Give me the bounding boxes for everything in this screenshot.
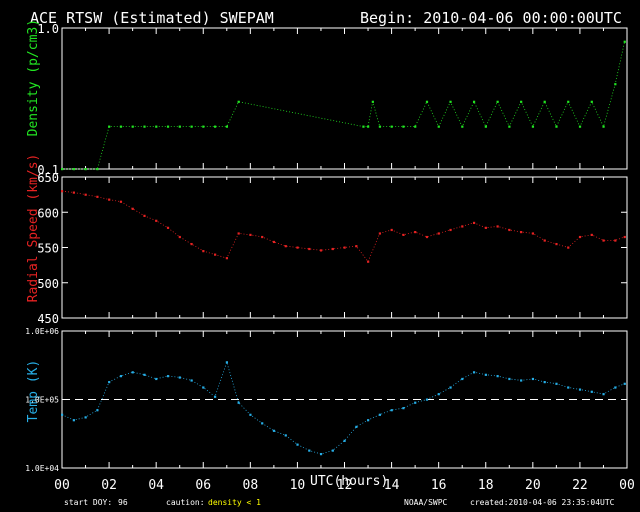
x-tick-label: 22 <box>572 478 588 493</box>
data-point <box>296 246 299 249</box>
x-tick-label: 00 <box>54 478 70 493</box>
data-point <box>131 371 134 374</box>
y-tick-label: 1.0E+06 <box>25 327 59 336</box>
x-tick-label: 20 <box>525 478 541 493</box>
y-tick-label: 1.0E+04 <box>25 464 59 473</box>
x-tick-label: 04 <box>148 478 164 493</box>
data-point <box>623 235 626 239</box>
source-label: NOAA/SWPC <box>404 498 448 507</box>
data-point <box>623 40 626 43</box>
x-tick-label: 00 <box>619 478 635 493</box>
caution-label: caution: <box>166 498 205 507</box>
data-point <box>237 232 240 235</box>
x-axis-label: UTC(hours) <box>310 474 389 489</box>
data-point <box>623 382 626 385</box>
y-tick-label: 550 <box>37 242 59 256</box>
y-tick-label: 500 <box>37 277 59 291</box>
x-tick-label: 16 <box>431 478 447 493</box>
x-tick-label: 02 <box>101 478 117 493</box>
y-tick-label: 1.0 <box>37 22 59 36</box>
panel-frame-0 <box>61 27 628 170</box>
start-doy-label: start DOY: <box>64 498 113 507</box>
data-point <box>319 249 323 252</box>
start-doy-value: 96 <box>118 498 128 507</box>
series-trace <box>62 41 625 170</box>
data-point <box>96 168 99 171</box>
y-tick-label: 450 <box>37 312 59 326</box>
swepam-plot: 1.00.14505005506006501.0E+061.0E+051.0E+… <box>25 22 635 493</box>
data-point <box>143 373 146 376</box>
series-trace <box>61 360 625 455</box>
data-point <box>308 449 311 452</box>
series-trace <box>61 190 625 263</box>
data-point <box>272 429 276 432</box>
y-tick-label: 1.0E+05 <box>25 396 59 405</box>
created-label: created:2010-04-06 23:35:04UTC <box>470 498 615 507</box>
x-tick-label: 06 <box>195 478 211 493</box>
y-tick-label: 650 <box>37 171 59 185</box>
x-tick-label: 10 <box>290 478 306 493</box>
data-point <box>308 247 311 251</box>
x-tick-label: 08 <box>243 478 259 493</box>
data-point <box>237 401 240 404</box>
data-point <box>484 125 487 128</box>
caution-value: density < 1 <box>208 498 261 507</box>
x-tick-label: 18 <box>478 478 494 493</box>
data-point <box>614 239 617 242</box>
data-point <box>414 125 417 128</box>
data-point <box>390 409 393 412</box>
data-point <box>225 125 228 128</box>
y-tick-label: 600 <box>37 206 59 220</box>
